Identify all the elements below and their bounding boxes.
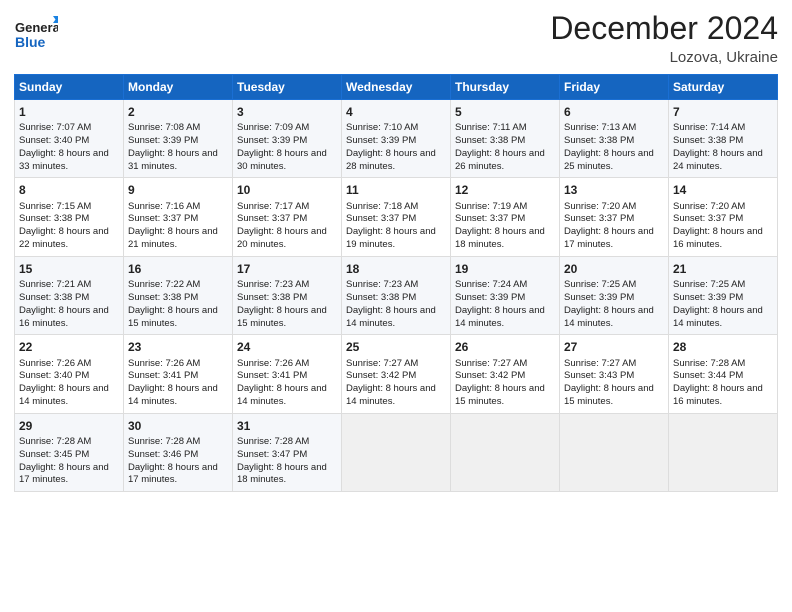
col-monday: Monday bbox=[124, 75, 233, 100]
location-subtitle: Lozova, Ukraine bbox=[550, 49, 778, 66]
table-row: 2Sunrise: 7:08 AMSunset: 3:39 PMDaylight… bbox=[124, 100, 233, 178]
col-friday: Friday bbox=[560, 75, 669, 100]
table-row: 4Sunrise: 7:10 AMSunset: 3:39 PMDaylight… bbox=[342, 100, 451, 178]
col-saturday: Saturday bbox=[669, 75, 778, 100]
col-thursday: Thursday bbox=[451, 75, 560, 100]
table-row: 21Sunrise: 7:25 AMSunset: 3:39 PMDayligh… bbox=[669, 256, 778, 334]
table-row: 8Sunrise: 7:15 AMSunset: 3:38 PMDaylight… bbox=[15, 178, 124, 256]
header: General Blue December 2024 Lozova, Ukrai… bbox=[14, 10, 778, 66]
svg-text:General: General bbox=[15, 20, 58, 35]
table-row: 14Sunrise: 7:20 AMSunset: 3:37 PMDayligh… bbox=[669, 178, 778, 256]
table-row: 10Sunrise: 7:17 AMSunset: 3:37 PMDayligh… bbox=[233, 178, 342, 256]
table-row: 18Sunrise: 7:23 AMSunset: 3:38 PMDayligh… bbox=[342, 256, 451, 334]
col-tuesday: Tuesday bbox=[233, 75, 342, 100]
table-row: 22Sunrise: 7:26 AMSunset: 3:40 PMDayligh… bbox=[15, 335, 124, 413]
month-year-title: December 2024 bbox=[550, 10, 778, 47]
table-row bbox=[669, 413, 778, 491]
svg-text:Blue: Blue bbox=[15, 34, 46, 50]
table-row: 27Sunrise: 7:27 AMSunset: 3:43 PMDayligh… bbox=[560, 335, 669, 413]
table-row: 31Sunrise: 7:28 AMSunset: 3:47 PMDayligh… bbox=[233, 413, 342, 491]
table-row: 25Sunrise: 7:27 AMSunset: 3:42 PMDayligh… bbox=[342, 335, 451, 413]
table-row bbox=[342, 413, 451, 491]
col-wednesday: Wednesday bbox=[342, 75, 451, 100]
col-sunday: Sunday bbox=[15, 75, 124, 100]
title-block: December 2024 Lozova, Ukraine bbox=[550, 10, 778, 66]
logo: General Blue bbox=[14, 14, 58, 58]
table-row: 3Sunrise: 7:09 AMSunset: 3:39 PMDaylight… bbox=[233, 100, 342, 178]
table-row bbox=[451, 413, 560, 491]
calendar-table: Sunday Monday Tuesday Wednesday Thursday… bbox=[14, 74, 778, 492]
header-row: Sunday Monday Tuesday Wednesday Thursday… bbox=[15, 75, 778, 100]
table-row: 16Sunrise: 7:22 AMSunset: 3:38 PMDayligh… bbox=[124, 256, 233, 334]
logo-svg: General Blue bbox=[14, 14, 58, 58]
table-row: 5Sunrise: 7:11 AMSunset: 3:38 PMDaylight… bbox=[451, 100, 560, 178]
table-row: 12Sunrise: 7:19 AMSunset: 3:37 PMDayligh… bbox=[451, 178, 560, 256]
table-row: 15Sunrise: 7:21 AMSunset: 3:38 PMDayligh… bbox=[15, 256, 124, 334]
table-row: 11Sunrise: 7:18 AMSunset: 3:37 PMDayligh… bbox=[342, 178, 451, 256]
table-row: 29Sunrise: 7:28 AMSunset: 3:45 PMDayligh… bbox=[15, 413, 124, 491]
table-row: 30Sunrise: 7:28 AMSunset: 3:46 PMDayligh… bbox=[124, 413, 233, 491]
table-row: 17Sunrise: 7:23 AMSunset: 3:38 PMDayligh… bbox=[233, 256, 342, 334]
table-row: 19Sunrise: 7:24 AMSunset: 3:39 PMDayligh… bbox=[451, 256, 560, 334]
table-row: 24Sunrise: 7:26 AMSunset: 3:41 PMDayligh… bbox=[233, 335, 342, 413]
table-row: 23Sunrise: 7:26 AMSunset: 3:41 PMDayligh… bbox=[124, 335, 233, 413]
table-row: 13Sunrise: 7:20 AMSunset: 3:37 PMDayligh… bbox=[560, 178, 669, 256]
table-row: 28Sunrise: 7:28 AMSunset: 3:44 PMDayligh… bbox=[669, 335, 778, 413]
table-row: 6Sunrise: 7:13 AMSunset: 3:38 PMDaylight… bbox=[560, 100, 669, 178]
table-row: 1Sunrise: 7:07 AMSunset: 3:40 PMDaylight… bbox=[15, 100, 124, 178]
table-row bbox=[560, 413, 669, 491]
table-row: 26Sunrise: 7:27 AMSunset: 3:42 PMDayligh… bbox=[451, 335, 560, 413]
table-row: 7Sunrise: 7:14 AMSunset: 3:38 PMDaylight… bbox=[669, 100, 778, 178]
table-row: 20Sunrise: 7:25 AMSunset: 3:39 PMDayligh… bbox=[560, 256, 669, 334]
calendar-container: General Blue December 2024 Lozova, Ukrai… bbox=[0, 0, 792, 612]
table-row: 9Sunrise: 7:16 AMSunset: 3:37 PMDaylight… bbox=[124, 178, 233, 256]
